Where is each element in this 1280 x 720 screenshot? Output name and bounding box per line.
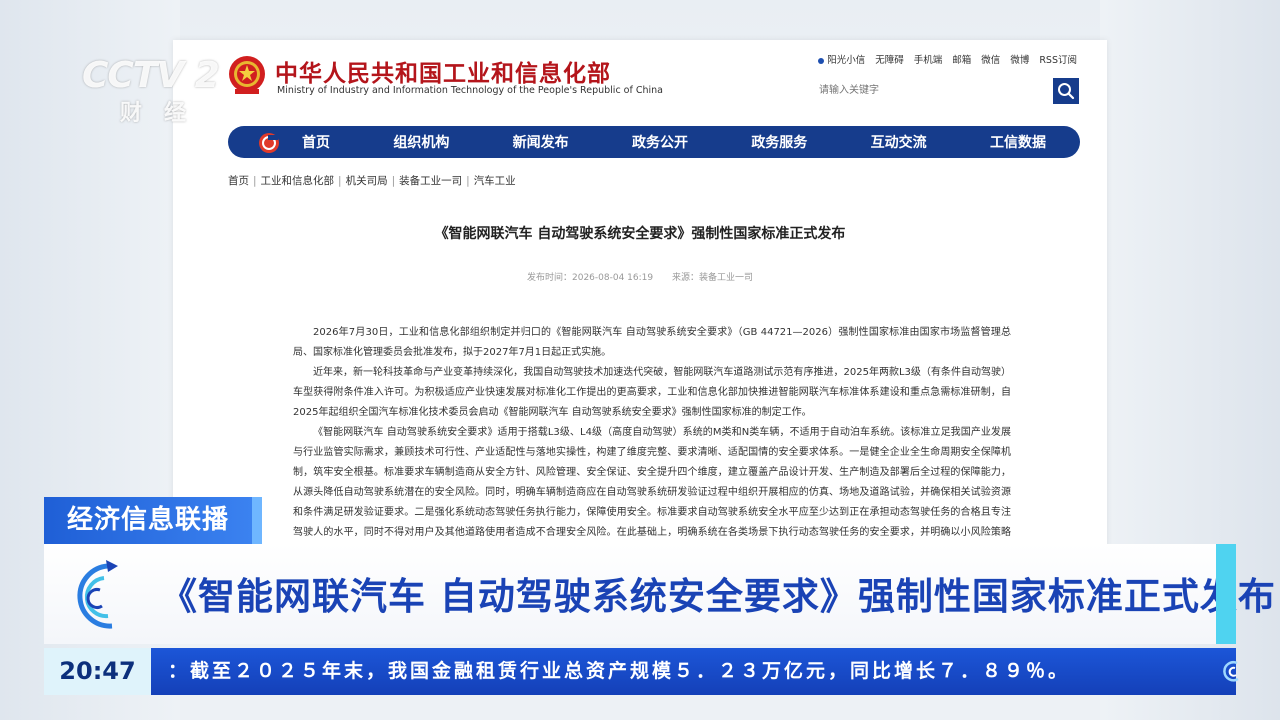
breadcrumb-equipment-dept[interactable]: 装备工业一司 <box>399 175 462 187</box>
main-nav: 首页 组织机构 新闻发布 政务公开 政务服务 互动交流 工信数据 <box>228 126 1080 158</box>
nav-item-interaction[interactable]: 互动交流 <box>857 132 941 152</box>
breadcrumb-ministry[interactable]: 工业和信息化部 <box>261 175 335 187</box>
nav-item-home[interactable]: 首页 <box>288 132 344 152</box>
search-box <box>813 78 1079 104</box>
national-emblem-icon <box>229 56 265 94</box>
nav-item-data[interactable]: 工信数据 <box>976 132 1060 152</box>
nav-item-news[interactable]: 新闻发布 <box>499 132 583 152</box>
top-link-wechat[interactable]: 微信 <box>981 52 1000 66</box>
top-link-sunshine[interactable]: 阳光小信 <box>818 52 865 66</box>
article-source: 来源：装备工业一司 <box>671 273 753 283</box>
nav-item-services[interactable]: 政务服务 <box>737 132 821 152</box>
sunshine-icon <box>818 57 825 64</box>
breadcrumb-separator: | <box>253 175 257 187</box>
nav-logo-icon <box>259 133 279 153</box>
clock: 20:47 <box>44 648 151 695</box>
nav-item-public-affairs[interactable]: 政务公开 <box>618 132 702 152</box>
ministry-web-page: 中华人民共和国工业和信息化部 Ministry of Industry and … <box>173 40 1107 560</box>
news-ticker: ：截至２０２５年末，我国金融租赁行业总资产规模５．２３万亿元，同比增长７．８９％… <box>168 660 1071 682</box>
breadcrumb: 首页 | 工业和信息化部 | 机关司局 | 装备工业一司 | 汽车工业 <box>228 173 516 188</box>
program-tag: 经济信息联播 <box>44 497 252 544</box>
top-link-mobile[interactable]: 手机端 <box>914 52 943 66</box>
article-title: 《智能网联汽车 自动驾驶系统安全要求》强制性国家标准正式发布 <box>434 226 846 242</box>
breadcrumb-separator: | <box>391 175 396 187</box>
channel-name: 财经 <box>120 101 209 126</box>
cctv-logo: CCTV 2 <box>82 55 220 96</box>
breadcrumb-separator: | <box>338 175 342 187</box>
top-link-accessibility[interactable]: 无障碍 <box>875 52 904 66</box>
breadcrumb-separator: | <box>466 175 470 187</box>
news-headline: 《智能网联汽车 自动驾驶系统安全要求》强制性国家标准正式发布 <box>160 575 1276 618</box>
ministry-name-cn: 中华人民共和国工业和信息化部 <box>275 61 611 87</box>
top-link-weibo[interactable]: 微博 <box>1010 52 1029 66</box>
search-button[interactable] <box>1053 78 1079 104</box>
breadcrumb-home[interactable]: 首页 <box>228 175 249 187</box>
article-paragraph: 近年来，新一轮科技革命与产业变革持续深化，我国自动驾驶技术加速迭代突破，智能网联… <box>293 367 1011 418</box>
ticker-swirl-icon <box>1223 661 1239 682</box>
breadcrumb-departments[interactable]: 机关司局 <box>346 175 388 187</box>
article-paragraph: 《智能网联汽车 自动驾驶系统安全要求》适用于搭载L3级、L4级（高度自动驾驶）系… <box>293 427 1011 558</box>
search-input[interactable] <box>813 78 1045 102</box>
breadcrumb-auto-industry[interactable]: 汽车工业 <box>474 175 516 187</box>
publish-time: 发布时间：2026-08-04 16:19 <box>527 273 654 283</box>
top-link-mail[interactable]: 邮箱 <box>952 52 971 66</box>
program-tag-edge <box>252 497 262 544</box>
search-icon <box>1058 83 1075 100</box>
headline-cap <box>1216 544 1236 644</box>
article-meta: 发布时间：2026-08-04 16:19 来源：装备工业一司 <box>173 270 1107 283</box>
nav-item-organization[interactable]: 组织机构 <box>379 132 463 152</box>
cctv-swirl-icon <box>77 560 118 629</box>
top-links: 阳光小信 无障碍 手机端 邮箱 微信 微博 RSS订阅 <box>818 52 1077 66</box>
ministry-name-en: Ministry of Industry and Information Tec… <box>277 85 663 96</box>
article-body: 2026年7月30日，工业和信息化部组织制定并归口的《智能网联汽车 自动驾驶系统… <box>293 323 1011 560</box>
top-link-rss[interactable]: RSS订阅 <box>1039 52 1077 66</box>
article-paragraph: 2026年7月30日，工业和信息化部组织制定并归口的《智能网联汽车 自动驾驶系统… <box>293 327 1011 358</box>
